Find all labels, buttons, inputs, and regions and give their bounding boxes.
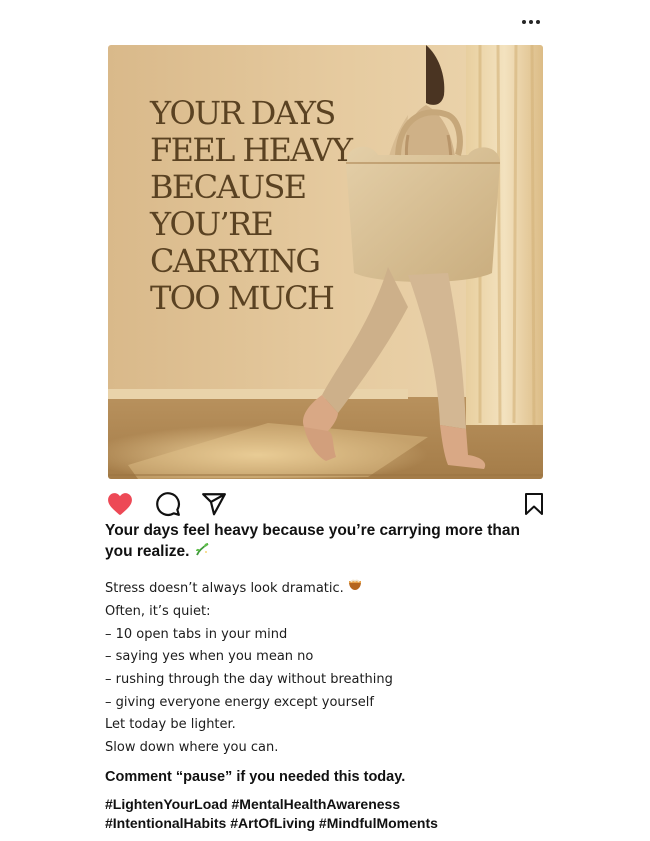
hashtag-link[interactable]: #IntentionalHabits — [105, 815, 226, 831]
more-options-button[interactable] — [516, 12, 546, 32]
caption-title: Your days feel heavy because you’re carr… — [105, 520, 545, 562]
caption-line: Let today be lighter. — [105, 717, 236, 733]
bowl-icon — [348, 577, 362, 600]
caption-line: Often, it’s quiet: — [105, 603, 211, 619]
save-button[interactable] — [520, 490, 548, 518]
more-dot — [522, 20, 526, 24]
more-dot — [536, 20, 540, 24]
hashtag-link[interactable]: #LightenYourLoad — [105, 796, 228, 812]
bookmark-icon — [525, 493, 543, 515]
post-image[interactable]: YOUR DAYS FEEL HEAVY BECAUSE YOU’RE CARR… — [108, 45, 543, 479]
comment-icon — [156, 492, 180, 516]
heart-filled-icon — [108, 493, 132, 515]
image-headline: YOUR DAYS FEEL HEAVY BECAUSE YOU’RE CARR… — [150, 94, 353, 317]
caption-line: Stress doesn’t always look dramatic. — [105, 577, 545, 601]
caption-line: – saying yes when you mean no — [105, 649, 314, 665]
share-button[interactable] — [200, 490, 228, 518]
seedling-sparkle-icon — [194, 541, 210, 562]
send-icon — [202, 493, 226, 516]
hashtag-link[interactable]: #MentalHealthAwareness — [232, 796, 401, 812]
hashtag-link[interactable]: #MindfulMoments — [319, 815, 438, 831]
caption-line: – 10 open tabs in your mind — [105, 626, 288, 642]
comment-button[interactable] — [154, 490, 182, 518]
like-button[interactable] — [106, 490, 134, 518]
caption-title-text: Your days feel heavy because you’re carr… — [105, 522, 520, 560]
caption-line: – giving everyone energy except yourself — [105, 694, 374, 710]
caption-line: Slow down where you can. — [105, 740, 279, 756]
more-dot — [529, 20, 533, 24]
hashtag-list: #LightenYourLoad #MentalHealthAwareness … — [105, 795, 545, 834]
action-bar — [106, 488, 546, 520]
hashtag-link[interactable]: #ArtOfLiving — [230, 815, 315, 831]
caption-cta: Comment “pause” if you needed this today… — [105, 768, 406, 785]
post-caption: Your days feel heavy because you’re carr… — [105, 520, 545, 834]
caption-line: – rushing through the day without breath… — [105, 672, 393, 688]
caption-line-text: Stress doesn’t always look dramatic. — [105, 581, 344, 597]
caption-body: Stress doesn’t always look dramatic. Oft… — [105, 577, 545, 759]
